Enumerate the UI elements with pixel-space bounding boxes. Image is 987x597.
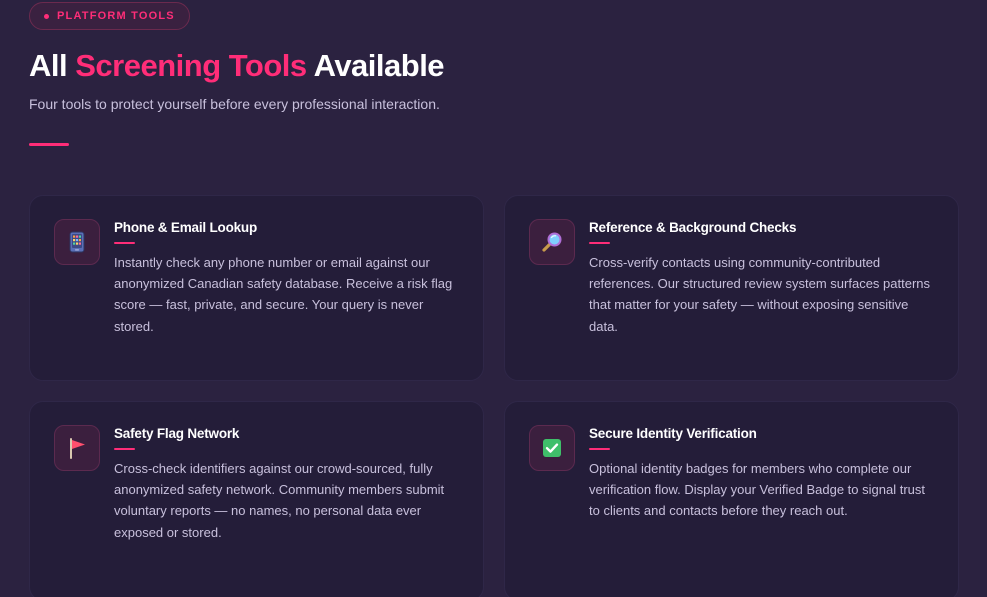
- title-part-1: All: [29, 48, 68, 83]
- magnifying-glass-icon: [529, 219, 575, 265]
- tool-description: Cross-check identifiers against our crow…: [114, 461, 445, 540]
- tool-title-underline: [114, 242, 135, 244]
- badge-dot: [44, 13, 49, 19]
- flag-icon: [54, 425, 100, 471]
- badge-label: PLATFORM TOOLS: [57, 10, 175, 22]
- page-title: All Screening Tools Available: [29, 48, 445, 84]
- phone-icon: [54, 219, 100, 265]
- tool-title: Safety Flag Network: [114, 426, 240, 441]
- tool-title: Secure Identity Verification: [589, 426, 757, 441]
- tool-description: Instantly check any phone number or emai…: [114, 255, 453, 334]
- tool-title: Phone & Email Lookup: [114, 220, 258, 235]
- tool-description: Optional identity badges for members who…: [589, 461, 926, 519]
- tool-card-secure-identity-verification: Secure Identity Verification Optional id…: [504, 401, 959, 597]
- platform-tools-section: PLATFORM TOOLS All Screening Tools Avail…: [0, 0, 987, 597]
- tool-card-safety-flag-network: Safety Flag Network Cross-check identifi…: [29, 401, 484, 597]
- tool-card-phone-email-lookup: Phone & Email Lookup Instantly check any…: [29, 195, 484, 381]
- tool-title-underline: [114, 448, 135, 450]
- title-accent: Screening Tools: [75, 48, 307, 83]
- platform-tools-badge: PLATFORM TOOLS: [29, 2, 190, 30]
- tool-card-reference-background-checks: Reference & Background Checks Cross-veri…: [504, 195, 959, 381]
- check-mark-icon: [529, 425, 575, 471]
- tool-title-underline: [589, 242, 610, 244]
- tool-title-underline: [589, 448, 610, 450]
- tool-title: Reference & Background Checks: [589, 220, 797, 235]
- page-subtitle: Four tools to protect yourself before ev…: [29, 96, 440, 112]
- title-part-2: Available: [313, 48, 445, 83]
- title-divider: [29, 143, 69, 146]
- tool-description: Cross-verify contacts using community-co…: [589, 255, 931, 334]
